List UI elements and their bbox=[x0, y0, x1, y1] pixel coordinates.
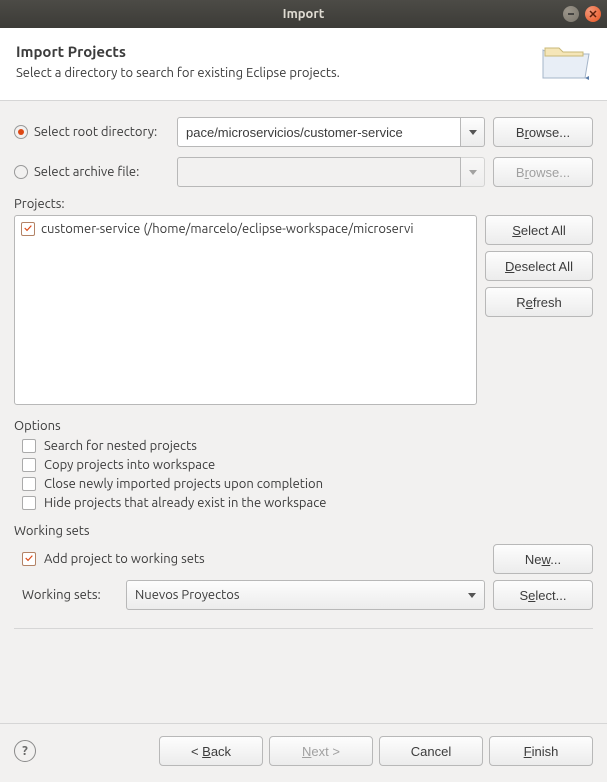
root-directory-radio[interactable]: Select root directory: bbox=[14, 125, 169, 139]
divider bbox=[14, 628, 593, 629]
option-label: Close newly imported projects upon compl… bbox=[44, 477, 323, 491]
working-sets-legend: Working sets bbox=[14, 524, 593, 538]
help-icon[interactable]: ? bbox=[14, 740, 36, 762]
wizard-footer: ? < Back Next > Cancel Finish bbox=[0, 723, 607, 782]
back-button[interactable]: < Back bbox=[159, 736, 263, 766]
working-sets-group: Working sets Add project to working sets… bbox=[14, 524, 593, 610]
option-label: Hide projects that already exist in the … bbox=[44, 496, 326, 510]
working-sets-combo[interactable]: Nuevos Proyectos bbox=[126, 580, 485, 610]
root-directory-combo[interactable] bbox=[177, 117, 485, 147]
checkbox-icon[interactable] bbox=[22, 552, 36, 566]
checkbox-icon bbox=[22, 439, 36, 453]
archive-file-input bbox=[177, 157, 461, 187]
archive-file-combo bbox=[177, 157, 485, 187]
checkbox-icon bbox=[22, 496, 36, 510]
search-nested-checkbox[interactable]: Search for nested projects bbox=[22, 439, 593, 453]
chevron-down-icon[interactable] bbox=[461, 117, 485, 147]
minimize-icon[interactable] bbox=[563, 6, 579, 22]
select-working-set-button[interactable]: Select... bbox=[493, 580, 593, 610]
select-all-button[interactable]: Select All bbox=[485, 215, 593, 245]
archive-file-radio[interactable]: Select archive file: bbox=[14, 165, 169, 179]
window-controls bbox=[563, 6, 601, 22]
working-sets-value: Nuevos Proyectos bbox=[135, 588, 239, 602]
new-working-set-button[interactable]: New... bbox=[493, 544, 593, 574]
working-sets-select-row: Working sets: Nuevos Proyectos Select... bbox=[22, 580, 593, 610]
folder-icon bbox=[541, 40, 591, 82]
option-label: Copy projects into workspace bbox=[44, 458, 215, 472]
hide-checkbox[interactable]: Hide projects that already exist in the … bbox=[22, 496, 593, 510]
chevron-down-icon bbox=[461, 157, 485, 187]
options-group: Options Search for nested projects Copy … bbox=[14, 419, 593, 510]
options-legend: Options bbox=[14, 419, 593, 433]
wizard-header: Import Projects Select a directory to se… bbox=[0, 28, 607, 101]
chevron-down-icon bbox=[468, 593, 476, 598]
radio-icon bbox=[14, 125, 28, 139]
archive-file-label: Select archive file: bbox=[34, 165, 139, 179]
working-sets-label: Working sets: bbox=[22, 588, 118, 602]
refresh-button[interactable]: Refresh bbox=[485, 287, 593, 317]
checkbox-icon[interactable] bbox=[21, 222, 35, 236]
root-directory-row: Select root directory: Browse... bbox=[14, 117, 593, 147]
checkbox-icon bbox=[22, 477, 36, 491]
close-icon[interactable] bbox=[585, 6, 601, 22]
radio-icon bbox=[14, 165, 28, 179]
page-subtitle: Select a directory to search for existin… bbox=[16, 66, 340, 80]
cancel-button[interactable]: Cancel bbox=[379, 736, 483, 766]
option-label: Search for nested projects bbox=[44, 439, 197, 453]
root-directory-label: Select root directory: bbox=[34, 125, 157, 139]
titlebar: Import bbox=[0, 0, 607, 28]
archive-file-row: Select archive file: Browse... bbox=[14, 157, 593, 187]
list-item[interactable]: customer-service (/home/marcelo/eclipse-… bbox=[21, 222, 470, 236]
page-title: Import Projects bbox=[16, 43, 340, 60]
checkbox-icon bbox=[22, 458, 36, 472]
next-button: Next > bbox=[269, 736, 373, 766]
finish-button[interactable]: Finish bbox=[489, 736, 593, 766]
add-to-working-sets-row: Add project to working sets New... bbox=[22, 544, 593, 574]
copy-checkbox[interactable]: Copy projects into workspace bbox=[22, 458, 593, 472]
add-to-working-sets-label: Add project to working sets bbox=[44, 552, 205, 566]
projects-label: Projects: bbox=[14, 197, 593, 211]
browse-archive-button: Browse... bbox=[493, 157, 593, 187]
root-directory-input[interactable] bbox=[177, 117, 461, 147]
deselect-all-button[interactable]: Deselect All bbox=[485, 251, 593, 281]
window-title: Import bbox=[283, 7, 325, 21]
close-checkbox[interactable]: Close newly imported projects upon compl… bbox=[22, 477, 593, 491]
projects-list[interactable]: customer-service (/home/marcelo/eclipse-… bbox=[14, 215, 477, 405]
browse-root-button[interactable]: Browse... bbox=[493, 117, 593, 147]
list-item-label: customer-service (/home/marcelo/eclipse-… bbox=[41, 222, 413, 236]
